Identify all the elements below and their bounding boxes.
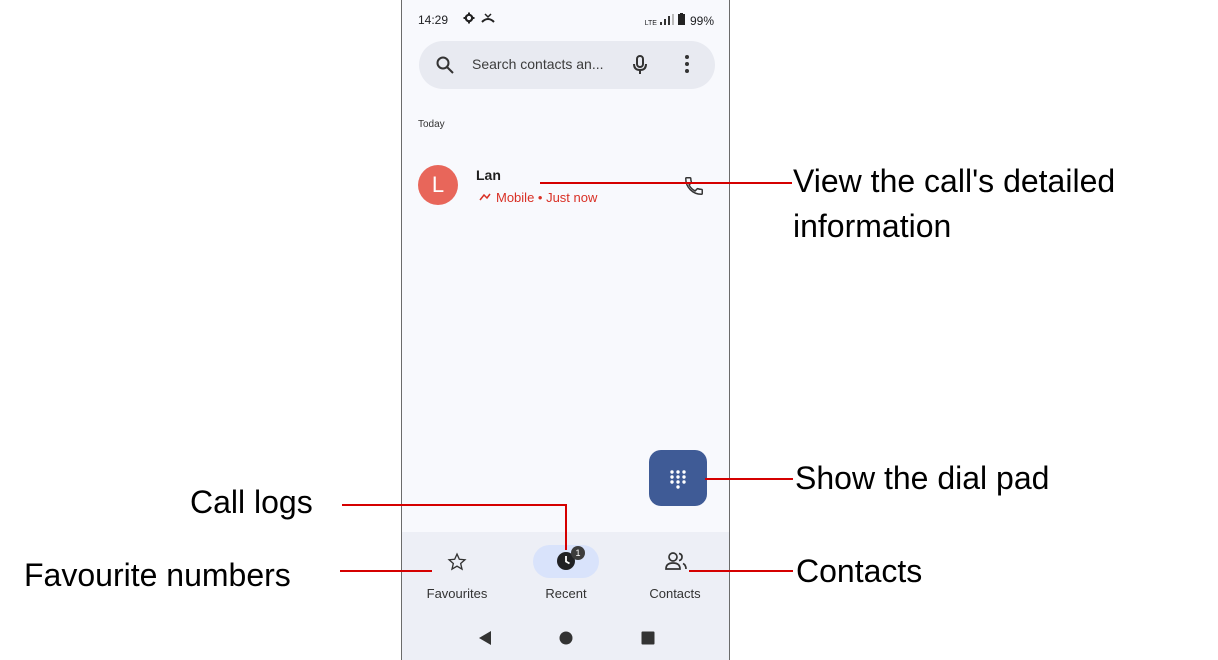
more-options-icon[interactable]	[685, 55, 689, 73]
call-details-text: Mobile • Just now	[496, 190, 598, 205]
system-navigation-bar	[402, 627, 729, 649]
tab-favourites-label[interactable]: Favourites	[402, 586, 512, 601]
battery-icon	[677, 13, 685, 25]
settings-icon	[463, 12, 475, 24]
people-icon[interactable]	[665, 552, 687, 570]
notification-badge: 1	[571, 546, 585, 560]
annotation-line-favourites	[340, 570, 432, 572]
status-notification-icons	[463, 12, 496, 27]
missed-call-icon	[479, 193, 491, 201]
annotation-call-logs: Call logs	[190, 484, 313, 520]
status-time: 14:29	[418, 13, 449, 27]
search-input[interactable]: Search contacts an...	[472, 56, 622, 72]
avatar[interactable]: L	[418, 165, 458, 205]
signal-icon	[660, 14, 675, 25]
dialpad-icon[interactable]	[669, 469, 687, 489]
phone-icon[interactable]	[683, 175, 705, 197]
annotation-line-call-logs	[342, 504, 567, 506]
status-bar: 14:29 LTE 99%	[402, 0, 729, 40]
annotation-call-detail: View the call's detailed information	[793, 162, 1115, 246]
annotation-line-contacts	[689, 570, 793, 572]
battery-percentage: 99%	[689, 14, 714, 28]
overview-icon[interactable]	[641, 631, 655, 645]
annotation-line-call-logs-vertical	[565, 504, 567, 550]
contact-name[interactable]: Lan	[476, 167, 501, 183]
annotation-call-detail-line1: View the call's detailed	[793, 163, 1116, 199]
lte-indicator: LTE	[644, 20, 657, 27]
annotation-dial-pad: Show the dial pad	[795, 460, 1050, 496]
tab-recent-label[interactable]: Recent	[511, 586, 621, 601]
missed-call-status-icon	[481, 13, 496, 23]
search-icon[interactable]	[436, 56, 454, 74]
section-header-today: Today	[418, 119, 445, 130]
tab-contacts-label[interactable]: Contacts	[620, 586, 729, 601]
annotation-line-dial-pad	[705, 478, 793, 480]
microphone-icon[interactable]	[633, 55, 647, 75]
search-bar[interactable]: Search contacts an...	[419, 41, 715, 89]
status-right: LTE 99%	[643, 13, 714, 28]
star-icon[interactable]	[447, 552, 467, 572]
bottom-navigation: Favourites Recent 1 Contacts	[402, 532, 729, 660]
annotation-favourites: Favourite numbers	[24, 557, 291, 593]
call-details: Mobile • Just now	[479, 190, 597, 205]
home-icon[interactable]	[559, 631, 573, 645]
dial-pad-button[interactable]	[649, 450, 707, 506]
annotation-line-call-detail	[540, 182, 792, 184]
back-icon[interactable]	[478, 630, 492, 646]
annotation-call-detail-line2: information	[793, 208, 952, 244]
annotation-contacts: Contacts	[796, 553, 923, 589]
phone-screen: 14:29 LTE 99% Search contacts an... Toda…	[401, 0, 730, 660]
